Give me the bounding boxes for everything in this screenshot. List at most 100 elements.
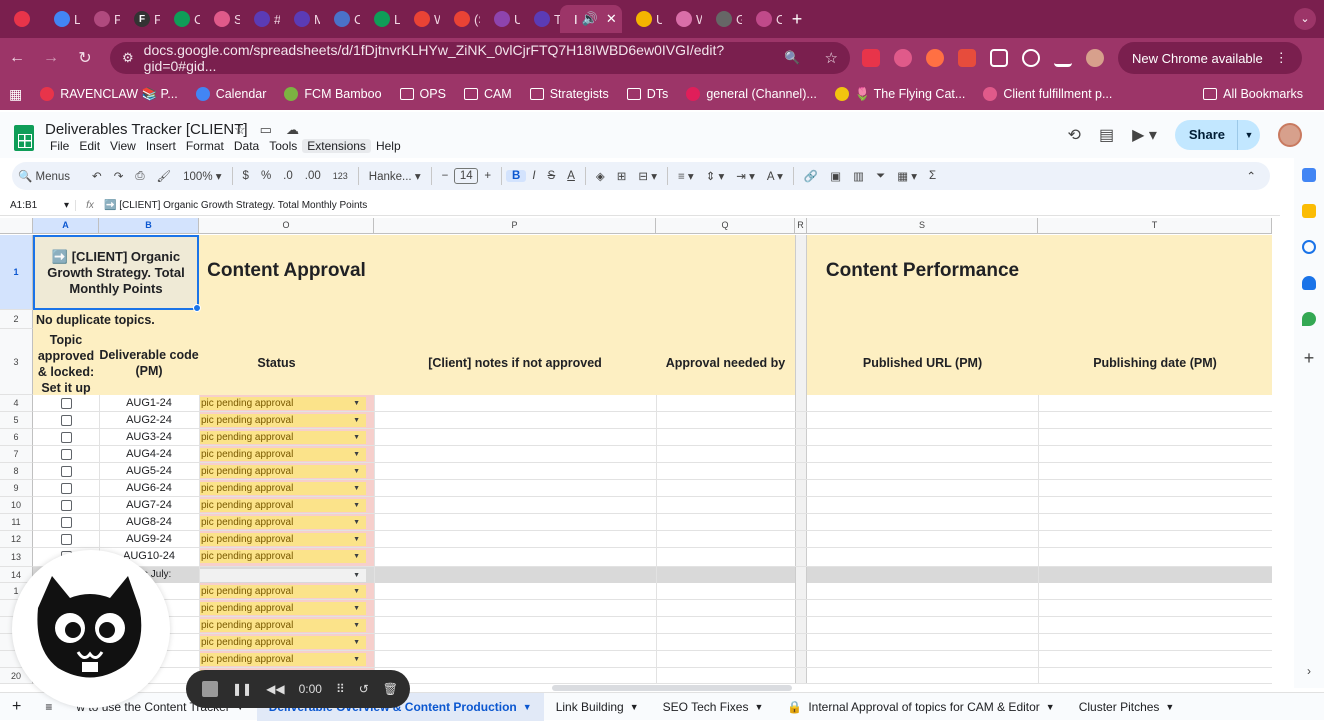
header-status[interactable]: Status — [199, 355, 354, 371]
column-header-s[interactable]: S — [807, 218, 1038, 234]
italic-icon[interactable]: I — [526, 170, 541, 182]
url-bar[interactable]: ⚙ docs.google.com/spreadsheets/d/1fDjtnv… — [110, 42, 850, 74]
row-header[interactable]: 12 — [0, 531, 33, 548]
chevron-down-icon[interactable]: ▼ — [630, 702, 639, 712]
browser-tab[interactable] — [0, 5, 40, 33]
column-header-a[interactable]: A — [33, 218, 99, 234]
header-topic-approved[interactable]: Topic approved & locked: Set it up — [33, 332, 99, 396]
row-header[interactable]: 9 — [0, 480, 33, 497]
font-size-increase-icon[interactable]: + — [478, 170, 497, 182]
menu-view[interactable]: View — [105, 139, 141, 153]
filter-icon[interactable]: ⏷ — [870, 170, 891, 183]
text-color-icon[interactable]: A — [561, 170, 581, 182]
bookmark-item[interactable]: Strategists — [521, 87, 618, 101]
deliverable-code-cell[interactable]: AUG8-24 — [116, 516, 182, 528]
cloud-status-icon[interactable]: ☁ — [286, 122, 299, 138]
row-header[interactable]: 4 — [0, 395, 33, 412]
print-icon[interactable]: ⎙ — [129, 170, 150, 183]
chevron-down-icon[interactable]: ▼ — [1046, 702, 1055, 712]
bookmark-item[interactable]: OPS — [391, 87, 455, 101]
insert-comment-icon[interactable]: ▣ — [824, 169, 847, 183]
browser-tab[interactable]: Clu — [320, 5, 360, 33]
tasks-icon[interactable] — [1302, 240, 1316, 254]
extension-icon[interactable] — [862, 49, 880, 67]
bookmark-item[interactable]: DTs — [618, 87, 678, 101]
extension-icon[interactable] — [894, 49, 912, 67]
extension-icon[interactable] — [1022, 49, 1040, 67]
deliverable-code-cell[interactable]: AUG2-24 — [116, 414, 182, 426]
bookmark-item[interactable]: RAVENCLAW 📚 P... — [31, 87, 186, 102]
status-dropdown[interactable]: pic pending approval ▼ — [200, 431, 366, 444]
menu-extensions[interactable]: Extensions — [302, 139, 371, 153]
sheet-tab[interactable]: 🔒 Internal Approval of topics for CAM & E… — [775, 693, 1066, 721]
select-all-corner[interactable] — [0, 218, 33, 234]
menu-tools[interactable]: Tools — [264, 139, 302, 153]
sheet-tab[interactable]: Cluster Pitches ▼ — [1067, 693, 1187, 721]
status-dropdown[interactable]: pic pending approval ▼ — [200, 482, 366, 495]
status-dropdown[interactable]: pic pending approval ▼ — [200, 533, 366, 546]
deliverable-code-cell[interactable]: AUG3-24 — [116, 431, 182, 443]
avatar[interactable] — [1278, 123, 1302, 147]
bookmark-star-icon[interactable]: ☆ — [825, 49, 838, 67]
header-deliverable-code[interactable]: Deliverable code (PM) — [99, 347, 199, 379]
chevron-down-icon[interactable]: ▼ — [754, 702, 763, 712]
restart-icon[interactable]: ↺ — [359, 682, 369, 696]
browser-tab[interactable]: My — [280, 5, 320, 33]
bookmark-item[interactable]: general (Channel)... — [677, 87, 825, 101]
deliverable-code-cell[interactable]: AUG5-24 — [116, 465, 182, 477]
row-header[interactable]: 2 — [0, 310, 33, 329]
status-dropdown[interactable]: pic pending approval ▼ — [200, 414, 366, 427]
undo-icon[interactable]: ↶ — [86, 169, 108, 183]
browser-tab[interactable]: Lea — [40, 5, 80, 33]
status-dropdown[interactable]: pic pending approval ▼ — [200, 602, 366, 615]
header-approval-needed-by[interactable]: Approval needed by — [656, 355, 795, 371]
comments-icon[interactable]: ▤ — [1099, 125, 1114, 145]
deliverable-code-cell[interactable]: AUG1-24 — [116, 397, 182, 409]
paint-format-icon[interactable]: 🖌 — [151, 169, 178, 183]
content-approval-title[interactable]: Content Approval — [199, 260, 374, 282]
version-history-icon[interactable]: ⟲ — [1068, 125, 1081, 145]
browser-tab[interactable]: FFive — [120, 5, 160, 33]
more-formats-button[interactable]: 123 — [327, 171, 354, 181]
extension-icon[interactable] — [958, 49, 976, 67]
sheets-logo-icon[interactable] — [14, 125, 34, 151]
expand-panel-icon[interactable]: › — [1307, 664, 1311, 678]
status-dropdown[interactable]: pic pending approval ▼ — [200, 397, 366, 410]
percent-button[interactable]: % — [255, 170, 277, 182]
bookmark-item[interactable]: CAM — [455, 87, 521, 101]
bookmark-item[interactable]: Calendar — [187, 87, 276, 101]
new-chrome-available-button[interactable]: New Chrome available ⋮ — [1118, 42, 1302, 74]
apps-grid-icon[interactable]: ▦ — [0, 86, 31, 103]
horizontal-scrollbar[interactable] — [552, 685, 792, 691]
share-button[interactable]: Share ▼ — [1174, 120, 1260, 150]
star-icon[interactable]: ☆ — [234, 122, 246, 138]
deliverable-code-cell[interactable]: AUG4-24 — [116, 448, 182, 460]
search-menus-input[interactable]: 🔍 Menus — [12, 169, 76, 183]
browser-tab[interactable]: Op — [742, 5, 782, 33]
meet-video-icon[interactable]: ▶ ▾ — [1132, 125, 1157, 145]
chevron-down-icon[interactable]: ▼ — [1238, 130, 1260, 140]
browser-tab[interactable]: Unt — [622, 5, 662, 33]
browser-tab[interactable]: #3: — [240, 5, 280, 33]
column-header-b[interactable]: B — [99, 218, 199, 234]
keep-icon[interactable] — [1302, 204, 1316, 218]
column-header-t[interactable]: T — [1038, 218, 1272, 234]
status-dropdown[interactable]: pic pending approval ▼ — [200, 619, 366, 632]
chevron-down-icon[interactable]: ▼ — [523, 702, 532, 712]
column-header-r[interactable]: R — [795, 218, 807, 234]
text-wrap-icon[interactable]: ⇥ ▾ — [730, 169, 761, 183]
row-header[interactable]: 8 — [0, 463, 33, 480]
all-bookmarks-button[interactable]: All Bookmarks — [1194, 87, 1312, 101]
site-info-icon[interactable]: ⚙ — [122, 50, 134, 66]
rewind-icon[interactable]: ◀◀ — [266, 682, 284, 696]
calendar-icon[interactable] — [1302, 168, 1316, 182]
kebab-menu-icon[interactable]: ⋮ — [1275, 50, 1288, 66]
bookmark-item[interactable]: Client fulfillment p... — [974, 87, 1121, 101]
bold-icon[interactable]: B — [506, 170, 527, 182]
menu-data[interactable]: Data — [229, 139, 264, 153]
row-header[interactable]: 7 — [0, 446, 33, 463]
status-dropdown[interactable]: ▼ — [200, 569, 366, 582]
font-size-input[interactable]: 14 — [454, 168, 479, 184]
status-dropdown[interactable]: pic pending approval ▼ — [200, 636, 366, 649]
row-header[interactable]: 1 — [0, 235, 33, 310]
